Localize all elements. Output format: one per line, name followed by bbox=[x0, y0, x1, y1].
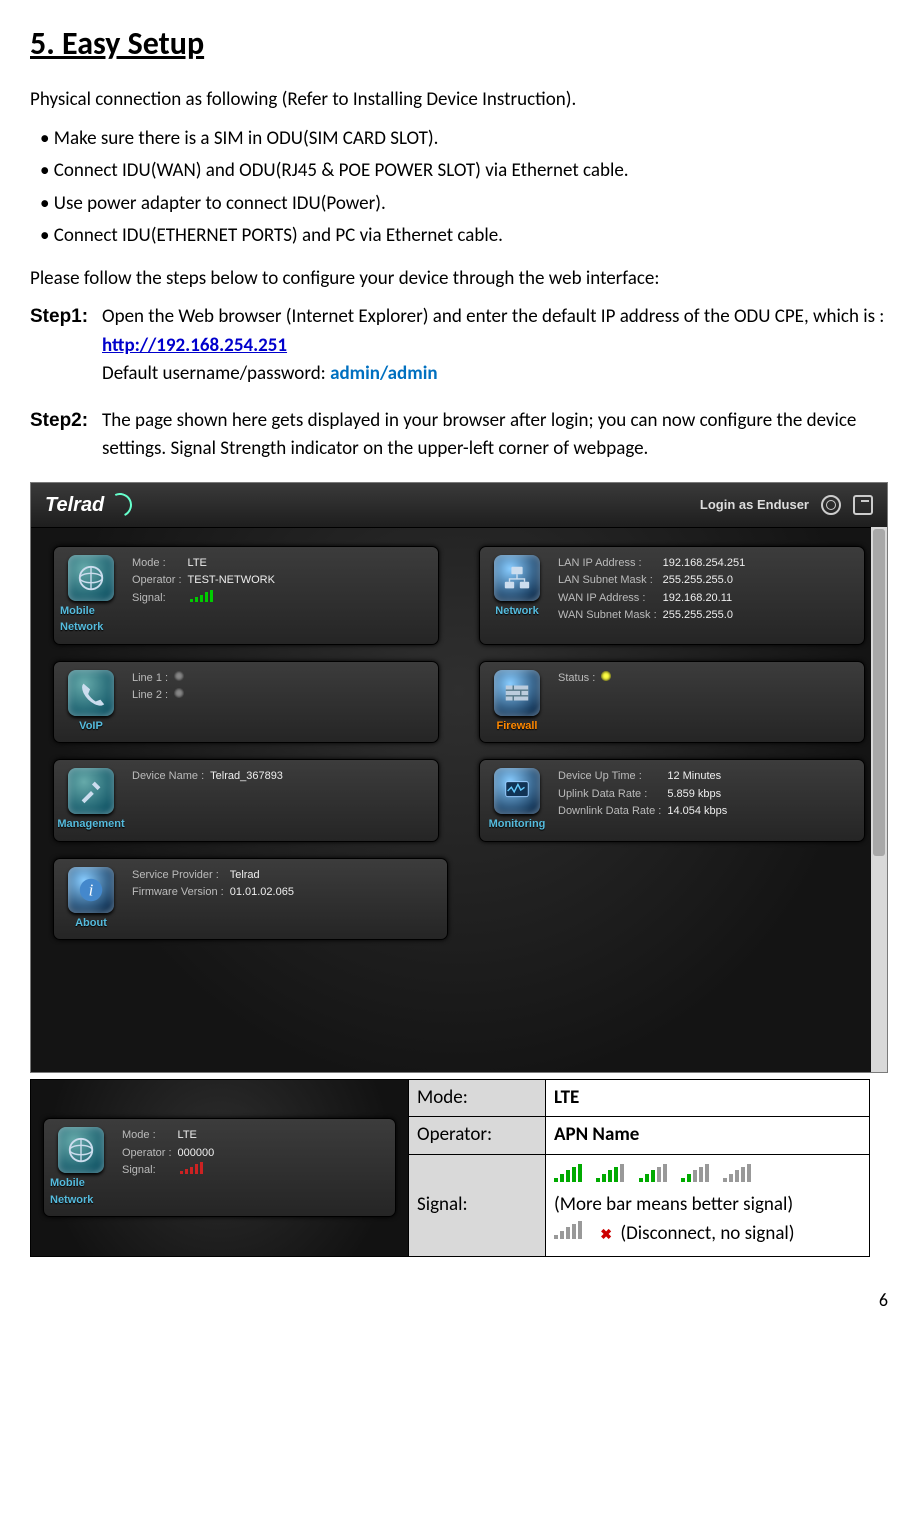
login-as-text: Login as Enduser bbox=[700, 495, 809, 515]
follow-text: Please follow the steps below to configu… bbox=[30, 265, 888, 294]
x-icon: ✖ bbox=[600, 1226, 612, 1243]
management-card[interactable]: Management Device Name :Telrad_367893 bbox=[53, 759, 439, 842]
card-label: About bbox=[75, 915, 107, 932]
card-label: VoIP bbox=[79, 718, 103, 735]
gear-icon[interactable] bbox=[821, 495, 841, 515]
signal-bars-icon bbox=[180, 1162, 203, 1174]
signal-5-icon bbox=[554, 1164, 582, 1182]
about-card[interactable]: i About Service Provider :Telrad Firmwar… bbox=[53, 858, 448, 941]
signal-bars-icon bbox=[190, 590, 213, 602]
card-label: Firewall bbox=[497, 718, 538, 735]
bulb-icon bbox=[174, 671, 184, 681]
globe-icon bbox=[58, 1127, 104, 1173]
logout-icon[interactable] bbox=[853, 495, 873, 515]
firewall-icon bbox=[494, 670, 540, 716]
card-label: Network bbox=[495, 603, 538, 620]
signal-2-icon bbox=[681, 1164, 709, 1182]
intro-text: Physical connection as following (Refer … bbox=[30, 86, 888, 115]
monitoring-card[interactable]: Monitoring Device Up Time :12 Minutes Up… bbox=[479, 759, 865, 842]
network-card[interactable]: Network LAN IP Address :192.168.254.251 … bbox=[479, 546, 865, 645]
scrollbar[interactable] bbox=[871, 527, 887, 1072]
step2-label: Step2: bbox=[30, 407, 100, 436]
signal-4-icon bbox=[596, 1164, 624, 1182]
mobile-network-card-small: Mobile Network Mode :LTE Operator :00000… bbox=[43, 1118, 396, 1217]
globe-icon bbox=[68, 555, 114, 601]
section-heading: 5. Easy Setup bbox=[30, 20, 888, 68]
signal-1-icon bbox=[723, 1164, 751, 1182]
step1-text-a: Open the Web browser (Internet Explorer)… bbox=[102, 305, 884, 328]
screenshot-header: Telrad Login as Enduser bbox=[31, 483, 887, 528]
step2: Step2: The page shown here gets displaye… bbox=[30, 407, 888, 464]
card-label: Management bbox=[57, 816, 124, 833]
credentials: admin/admin bbox=[330, 362, 438, 385]
signal-table: Mobile Network Mode :LTE Operator :00000… bbox=[30, 1079, 870, 1258]
mobile-network-card[interactable]: Mobile Network Mode :LTE Operator :TEST-… bbox=[53, 546, 439, 645]
step2-text: The page shown here gets displayed in yo… bbox=[102, 409, 856, 461]
bullet-item: • Connect IDU(WAN) and ODU(RJ45 & POE PO… bbox=[40, 157, 888, 186]
card-label: Mobile Network bbox=[50, 1175, 112, 1208]
logo-swish-icon bbox=[105, 489, 136, 520]
table-key: Mode: bbox=[409, 1080, 546, 1117]
admin-screenshot: Telrad Login as Enduser Mobile Network M… bbox=[30, 482, 888, 1073]
step1-text-b: Default username/password: bbox=[102, 362, 330, 385]
signal-note: (More bar means better signal) bbox=[554, 1193, 793, 1216]
signal-3-icon bbox=[639, 1164, 667, 1182]
tools-icon bbox=[68, 768, 114, 814]
step1: Step1: Open the Web browser (Internet Ex… bbox=[30, 303, 888, 389]
bullet-list: • Make sure there is a SIM in ODU(SIM CA… bbox=[40, 125, 888, 251]
network-icon bbox=[494, 555, 540, 601]
voip-card[interactable]: VoIP Line 1 : Line 2 : bbox=[53, 661, 439, 744]
signal-note: (Disconnect, no signal) bbox=[620, 1222, 794, 1245]
bullet-item: • Make sure there is a SIM in ODU(SIM CA… bbox=[40, 125, 888, 154]
table-val: LTE bbox=[546, 1080, 869, 1117]
telrad-logo: Telrad bbox=[45, 490, 132, 520]
bullet-item: • Connect IDU(ETHERNET PORTS) and PC via… bbox=[40, 222, 888, 251]
table-val: (More bar means better signal) ✖ (Discon… bbox=[546, 1155, 869, 1257]
signal-0-icon bbox=[554, 1221, 582, 1239]
bulb-icon bbox=[174, 688, 184, 698]
table-key: Signal: bbox=[409, 1155, 546, 1257]
card-label: Mobile Network bbox=[60, 603, 122, 636]
card-label: Monitoring bbox=[489, 816, 546, 833]
table-key: Operator: bbox=[409, 1117, 546, 1154]
bulb-icon bbox=[601, 671, 611, 681]
monitor-icon bbox=[494, 768, 540, 814]
firewall-card[interactable]: Firewall Status : bbox=[479, 661, 865, 744]
step1-label: Step1: bbox=[30, 303, 100, 332]
svg-text:i: i bbox=[89, 880, 94, 899]
phone-icon bbox=[68, 670, 114, 716]
table-val: APN Name bbox=[546, 1117, 869, 1154]
ip-link[interactable]: http://192.168.254.251 bbox=[102, 334, 287, 357]
info-icon: i bbox=[68, 867, 114, 913]
page-number: 6 bbox=[30, 1287, 888, 1314]
bullet-item: • Use power adapter to connect IDU(Power… bbox=[40, 190, 888, 219]
